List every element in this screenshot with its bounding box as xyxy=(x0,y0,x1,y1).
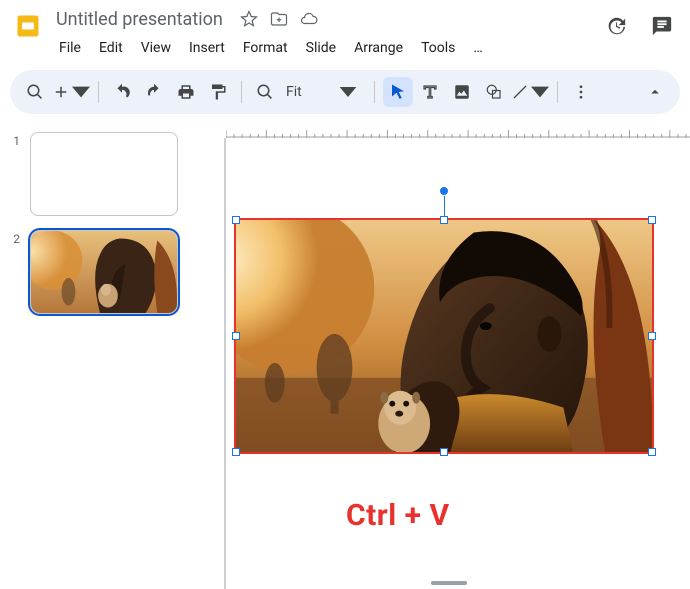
menu-edit[interactable]: Edit xyxy=(90,36,132,60)
ruler-vertical[interactable] xyxy=(210,138,226,589)
annotation-shortcut-label: Ctrl + V xyxy=(346,498,450,533)
resize-handle-bl[interactable] xyxy=(232,448,240,456)
menu-view[interactable]: View xyxy=(132,36,180,60)
ruler-horizontal[interactable] xyxy=(226,122,690,138)
resize-handle-mr[interactable] xyxy=(648,332,656,340)
thumb-number: 2 xyxy=(6,230,20,314)
selection-box[interactable] xyxy=(234,218,654,454)
menu-arrange[interactable]: Arrange xyxy=(345,36,412,60)
history-icon[interactable] xyxy=(602,12,630,40)
shape-button[interactable] xyxy=(479,77,509,107)
menu-format[interactable]: Format xyxy=(234,36,297,60)
toolbar: Fit xyxy=(10,70,680,114)
resize-handle-bm[interactable] xyxy=(440,448,448,456)
thumb-number: 1 xyxy=(6,132,20,216)
menu-more[interactable]: … xyxy=(464,36,491,60)
zoom-dropdown[interactable]: Fit xyxy=(282,84,366,100)
undo-button[interactable] xyxy=(107,77,137,107)
redo-button[interactable] xyxy=(139,77,169,107)
more-options-button[interactable] xyxy=(566,77,596,107)
slide-thumbnail[interactable]: 2 xyxy=(6,230,192,314)
canvas[interactable]: Ctrl + V xyxy=(226,138,682,589)
move-icon[interactable] xyxy=(269,9,289,29)
resize-handle-tl[interactable] xyxy=(232,216,240,224)
new-slide-button[interactable] xyxy=(52,77,90,107)
rotate-handle[interactable] xyxy=(439,186,449,196)
select-tool-button[interactable] xyxy=(383,77,413,107)
menu-bar: File Edit View Insert Format Slide Arran… xyxy=(50,34,602,62)
resize-handle-tr[interactable] xyxy=(648,216,656,224)
zoom-button[interactable] xyxy=(250,77,280,107)
line-button[interactable] xyxy=(511,77,549,107)
slide-thumbnail[interactable]: 1 xyxy=(6,132,192,216)
resize-handle-tm[interactable] xyxy=(440,216,448,224)
toolbar-divider xyxy=(557,81,558,103)
menu-tools[interactable]: Tools xyxy=(412,36,464,60)
star-icon[interactable] xyxy=(239,9,259,29)
thumb-image xyxy=(31,231,177,313)
insert-image-button[interactable] xyxy=(447,77,477,107)
zoom-label: Fit xyxy=(286,84,302,100)
slide-panel: 1 2 xyxy=(0,122,198,589)
speaker-notes-drag-handle[interactable] xyxy=(431,581,467,585)
app-logo[interactable] xyxy=(8,6,48,46)
cloud-status-icon[interactable] xyxy=(299,9,319,29)
comments-icon[interactable] xyxy=(648,12,676,40)
toolbar-divider xyxy=(98,81,99,103)
menu-insert[interactable]: Insert xyxy=(180,36,234,60)
doc-title[interactable]: Untitled presentation xyxy=(50,7,229,32)
collapse-toolbar-button[interactable] xyxy=(640,77,670,107)
rotate-connector xyxy=(444,194,445,216)
editor-area: Ctrl + V xyxy=(198,122,690,589)
resize-handle-ml[interactable] xyxy=(232,332,240,340)
menu-file[interactable]: File xyxy=(50,36,90,60)
toolbar-divider xyxy=(241,81,242,103)
toolbar-divider xyxy=(374,81,375,103)
resize-handle-br[interactable] xyxy=(648,448,656,456)
search-menus-button[interactable] xyxy=(20,77,50,107)
paint-format-button[interactable] xyxy=(203,77,233,107)
text-box-button[interactable] xyxy=(415,77,445,107)
menu-slide[interactable]: Slide xyxy=(297,36,345,60)
print-button[interactable] xyxy=(171,77,201,107)
